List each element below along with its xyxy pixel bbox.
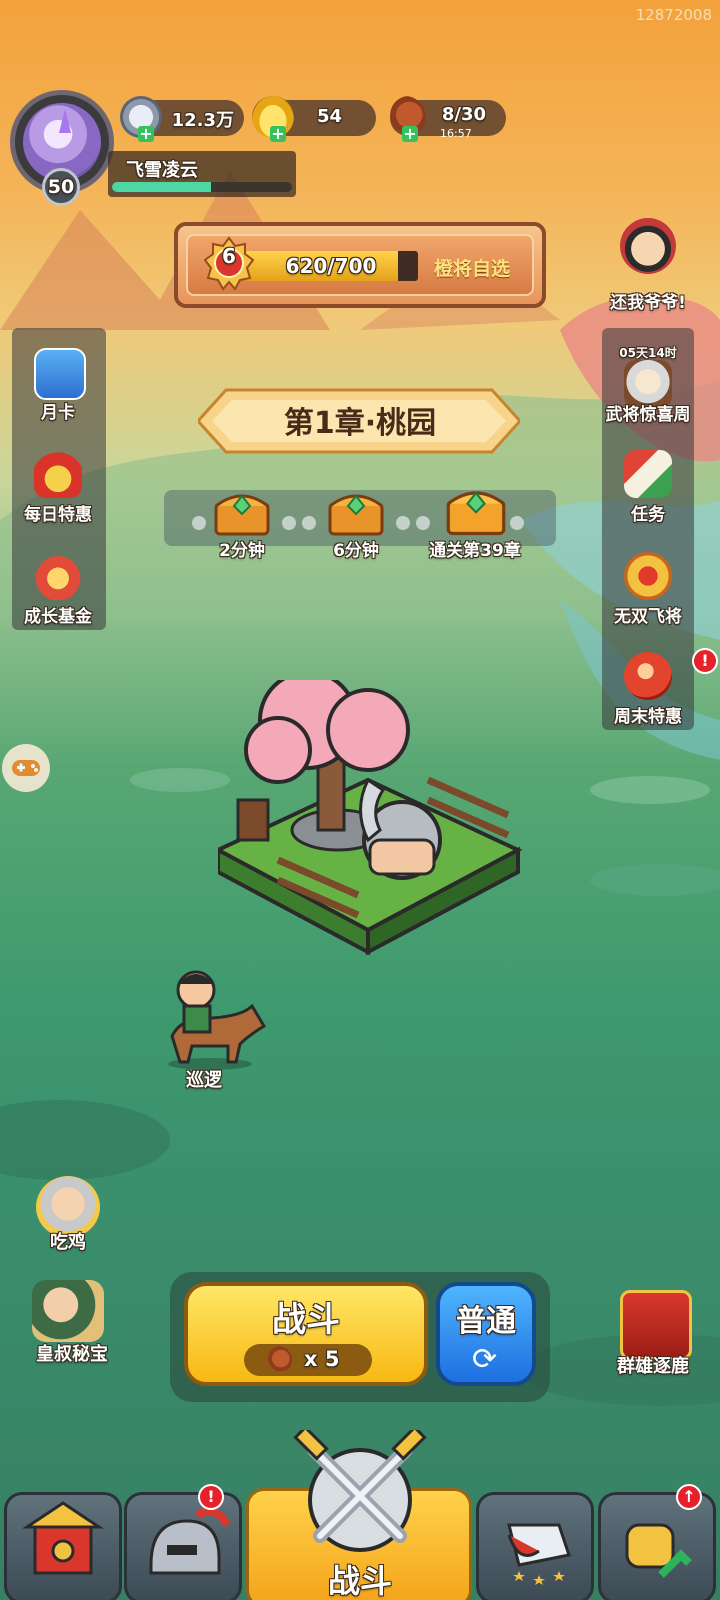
return-grandpa-event[interactable]: 还我爷爷! <box>600 212 696 313</box>
crossed-swords-icon <box>293 1430 427 1552</box>
xp-bar <box>112 182 292 192</box>
city-gate-icon <box>22 1501 104 1575</box>
battle-cost-value: x 5 <box>304 1347 340 1371</box>
battle-button-label: 战斗 <box>272 1300 340 1340</box>
uncle-treasure-icon <box>32 1280 104 1342</box>
helmet-icon <box>149 1507 231 1575</box>
menu-tasks[interactable]: 任务 <box>600 440 696 536</box>
add-gold-icon[interactable]: + <box>270 126 286 142</box>
menu-label: 任务 <box>631 505 665 525</box>
treasure-chest-icon <box>328 494 384 536</box>
uncle-treasure-event[interactable]: 皇叔秘宝 <box>18 1280 128 1380</box>
menu-label: 成长基金 <box>24 607 92 627</box>
weekend-deal-icon <box>624 652 672 700</box>
silver-value: 12.3万 <box>171 110 234 131</box>
gold-resource[interactable]: + 54 <box>252 96 376 142</box>
meat-drumstick-icon <box>264 1346 292 1374</box>
menu-peerless-general[interactable]: 无双飞将 <box>600 542 696 638</box>
difficulty-mode-label: 普通 <box>456 1304 516 1339</box>
treasure-chest-icon <box>446 491 506 536</box>
event-label: 群雄逐鹿 <box>617 1356 689 1377</box>
alert-badge: ! <box>692 648 718 674</box>
menu-growth-fund[interactable]: 成长基金 <box>10 542 106 638</box>
hero-status-label: 巡逻 <box>186 1070 222 1091</box>
menu-weekend-deal[interactable]: 周末特惠 <box>600 642 696 738</box>
event-timer: 05天14时 <box>619 346 677 360</box>
refresh-icon: ⟳ <box>472 1342 498 1377</box>
chapter-title: 第1章·桃园 <box>283 406 437 441</box>
tab-equipment[interactable] <box>124 1492 242 1600</box>
monthly-card-icon <box>34 348 86 400</box>
game-screen: 12872008 飞雪凌云 50 + 12.3万 + 54 + 8/30 16:… <box>0 0 720 1600</box>
reward-chest-3[interactable] <box>444 482 508 536</box>
reward-chest-2[interactable] <box>326 486 386 536</box>
chest-label: 6分钟 <box>333 541 379 561</box>
tab-upgrade[interactable] <box>598 1492 716 1600</box>
add-stamina-icon[interactable]: + <box>402 126 418 142</box>
event-label: 吃鸡 <box>50 1232 86 1253</box>
event-label: 皇叔秘宝 <box>36 1344 108 1365</box>
gold-value: 54 <box>316 106 342 127</box>
treasure-chest-icon <box>214 494 270 536</box>
menu-label: 月卡 <box>41 403 75 423</box>
alert-badge: ! <box>198 1484 224 1510</box>
zhang-fei-head-icon <box>620 218 676 274</box>
menu-monthly-card[interactable]: 月卡 <box>10 338 106 434</box>
peach-garden-island[interactable] <box>218 680 528 980</box>
tab-city[interactable] <box>4 1492 122 1600</box>
stamina-timer: 16:57 <box>440 127 472 140</box>
peerless-general-icon <box>624 552 672 600</box>
user-id: 12872008 <box>635 6 712 24</box>
xp-fill <box>112 182 211 192</box>
menu-daily-deal[interactable]: 每日特惠 <box>10 440 106 536</box>
menu-label: 武将惊喜周 <box>605 405 691 425</box>
chest-label: 通关第39章 <box>429 541 521 561</box>
warlords-event[interactable]: 群雄逐鹿 <box>604 1290 714 1390</box>
stamina-resource[interactable]: + 8/30 16:57 <box>384 96 506 142</box>
alert-badge: ↑ <box>676 1484 702 1510</box>
tab-heroes[interactable] <box>476 1492 594 1600</box>
event-label: 还我爷爷! <box>610 293 686 313</box>
add-silver-icon[interactable]: + <box>138 126 154 142</box>
chest-label: 2分钟 <box>219 541 265 561</box>
menu-label: 周末特惠 <box>614 707 682 727</box>
warlords-banner-icon <box>620 1290 692 1360</box>
player-level: 50 <box>42 168 80 206</box>
menu-label: 无双飞将 <box>614 607 682 627</box>
growth-fund-icon <box>34 552 82 600</box>
stamina-value: 8/30 <box>441 104 486 125</box>
daily-deal-bag-icon <box>34 450 82 498</box>
heroes-icon <box>507 1523 571 1585</box>
tab-battle-label: 战斗 <box>327 1562 392 1600</box>
chicken-dinner-event[interactable]: 吃鸡 <box>18 1176 118 1266</box>
silver-resource[interactable]: + 12.3万 <box>120 96 244 142</box>
fist-upgrade-icon <box>625 1523 692 1578</box>
reward-chest-1[interactable] <box>212 486 272 536</box>
menu-general-surprise-week[interactable]: 05天14时 武将惊喜周 <box>600 340 696 436</box>
patrol-hero-sprite[interactable] <box>152 966 272 1070</box>
menu-label: 每日特惠 <box>24 505 92 525</box>
gamepad-icon <box>12 760 40 776</box>
orange-general-select-link[interactable]: 橙将自选 <box>434 254 510 281</box>
task-scroll-icon <box>624 450 672 498</box>
quest-progress-text: 620/700 <box>285 254 377 278</box>
gamepad-button[interactable] <box>2 744 50 792</box>
player-name: 飞雪凌云 <box>126 160 198 181</box>
